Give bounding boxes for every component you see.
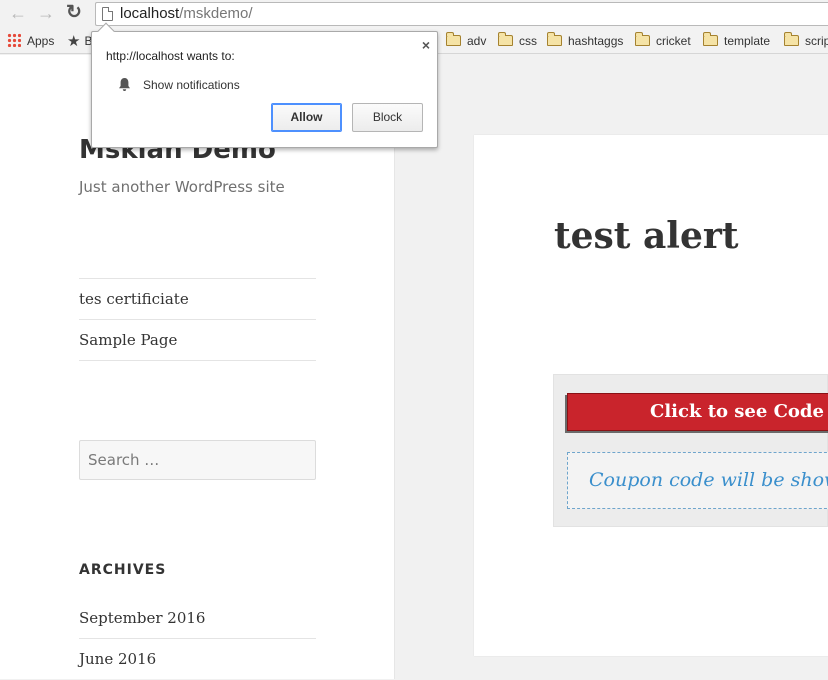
reload-icon[interactable]: ↻ — [64, 3, 84, 24]
bookmark-label: adv — [467, 34, 487, 48]
bookmark-folder-hashtaggs[interactable]: hashtaggs — [547, 32, 623, 50]
bookmark-folder-cricket[interactable]: cricket — [635, 32, 691, 50]
bookmark-label: Apps — [27, 34, 55, 48]
archive-link[interactable]: June 2016 — [79, 639, 316, 680]
see-code-button[interactable]: Click to see Code & — [567, 393, 828, 431]
bookmark-b[interactable]: ★ B — [67, 32, 92, 50]
url-text[interactable]: localhost/mskdemo/ — [120, 5, 253, 23]
close-icon[interactable]: × — [422, 37, 430, 53]
bookmark-label: cricket — [656, 34, 691, 48]
bookmark-folder-template[interactable]: template — [703, 32, 770, 50]
url-host: localhost — [120, 5, 180, 22]
coupon-code-placeholder: Coupon code will be shown — [567, 452, 828, 509]
popup-origin-text: http://localhost wants to: — [106, 49, 235, 63]
menu-item-certificate[interactable]: tes certificiate — [79, 279, 316, 320]
folder-icon — [498, 32, 513, 46]
site-menu: tes certificiate Sample Page — [79, 278, 316, 361]
bookmark-folder-adv[interactable]: adv — [446, 32, 486, 50]
menu-item-sample-page[interactable]: Sample Page — [79, 320, 316, 361]
archives-heading: ARCHIVES — [79, 562, 167, 578]
bookmark-folder-css[interactable]: css — [498, 32, 537, 50]
post-title: test alert — [554, 215, 739, 257]
search-input[interactable]: Search … — [79, 440, 316, 480]
bookmark-label: hashtaggs — [568, 34, 624, 48]
page-icon — [102, 7, 113, 21]
folder-icon — [547, 32, 562, 46]
folder-icon — [784, 32, 799, 46]
folder-icon — [703, 32, 718, 46]
post-article: test alert Click to see Code & Coupon co… — [474, 135, 828, 656]
bookmark-apps[interactable]: Apps — [7, 32, 54, 50]
bookmark-folder-scrip[interactable]: scrip — [784, 32, 828, 50]
archives-list: September 2016 June 2016 — [79, 598, 316, 680]
url-path: /mskdemo/ — [179, 5, 253, 22]
forward-arrow-icon[interactable]: → — [36, 4, 56, 24]
site-tagline: Just another WordPress site — [79, 178, 285, 196]
archive-link[interactable]: September 2016 — [79, 598, 316, 639]
bookmark-label: scrip — [805, 34, 828, 48]
block-button[interactable]: Block — [352, 103, 423, 132]
web-page: Mskian Demo Just another WordPress site … — [0, 55, 828, 679]
star-icon: ★ — [67, 33, 81, 50]
back-arrow-icon[interactable]: ← — [8, 4, 28, 24]
bookmark-label: template — [724, 34, 771, 48]
bell-icon — [119, 78, 130, 91]
coupon-box: Click to see Code & Coupon code will be … — [553, 374, 828, 527]
address-row: ← → ↻ localhost/mskdemo/ — [0, 0, 828, 28]
allow-button[interactable]: Allow — [271, 103, 342, 132]
folder-icon — [635, 32, 650, 46]
bookmark-label: css — [519, 34, 537, 48]
popup-permission-text: Show notifications — [143, 78, 240, 92]
sidebar: Mskian Demo Just another WordPress site … — [0, 55, 395, 679]
apps-grid-icon — [7, 33, 21, 47]
notification-permission-popup: × http://localhost wants to: Show notifi… — [91, 22, 438, 148]
folder-icon — [446, 32, 461, 46]
omnibox[interactable]: localhost/mskdemo/ — [95, 2, 828, 26]
